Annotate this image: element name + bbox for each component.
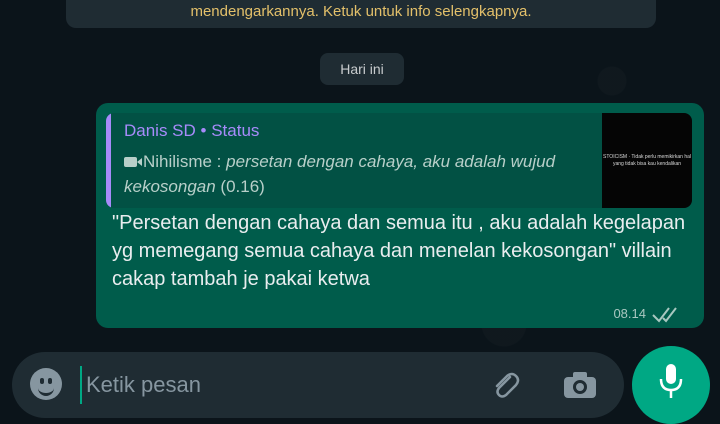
emoji-icon[interactable] — [30, 368, 62, 400]
video-icon — [124, 157, 142, 167]
emoji-smile-shape — [38, 385, 54, 396]
message-composer — [12, 352, 624, 418]
quote-thumbnail-text: STOICISM · Tidak perlu memikirkan hal ya… — [603, 153, 691, 167]
quote-accent-bar — [106, 113, 111, 208]
outgoing-message-bubble[interactable]: Danis SD • Status Nihilisme : persetan d… — [96, 103, 704, 328]
quote-duration: (0.16) — [220, 177, 265, 196]
double-check-icon — [652, 307, 677, 323]
quote-content: Nihilisme : persetan dengan cahaya, aku … — [124, 149, 564, 199]
encryption-notice-text: mendengarkannya. Ketuk untuk info seleng… — [190, 3, 532, 20]
encryption-notice[interactable]: mendengarkannya. Ketuk untuk info seleng… — [66, 0, 656, 28]
quote-media-title: Nihilisme : — [143, 152, 227, 171]
quote-sender: Danis SD • Status — [124, 121, 260, 140]
voice-record-button[interactable] — [632, 346, 710, 424]
quote-thumbnail[interactable]: STOICISM · Tidak perlu memikirkan hal ya… — [602, 113, 692, 208]
paperclip-icon[interactable] — [488, 368, 522, 402]
message-input[interactable] — [80, 366, 468, 404]
microphone-icon — [659, 364, 683, 398]
quoted-status-reply[interactable]: Danis SD • Status Nihilisme : persetan d… — [106, 113, 692, 208]
message-time: 08.14 — [613, 306, 646, 321]
message-text: "Persetan dengan cahaya dan semua itu , … — [112, 212, 686, 290]
date-divider: Hari ini — [320, 53, 404, 85]
date-divider-label: Hari ini — [340, 61, 384, 77]
camera-icon[interactable] — [562, 370, 598, 400]
